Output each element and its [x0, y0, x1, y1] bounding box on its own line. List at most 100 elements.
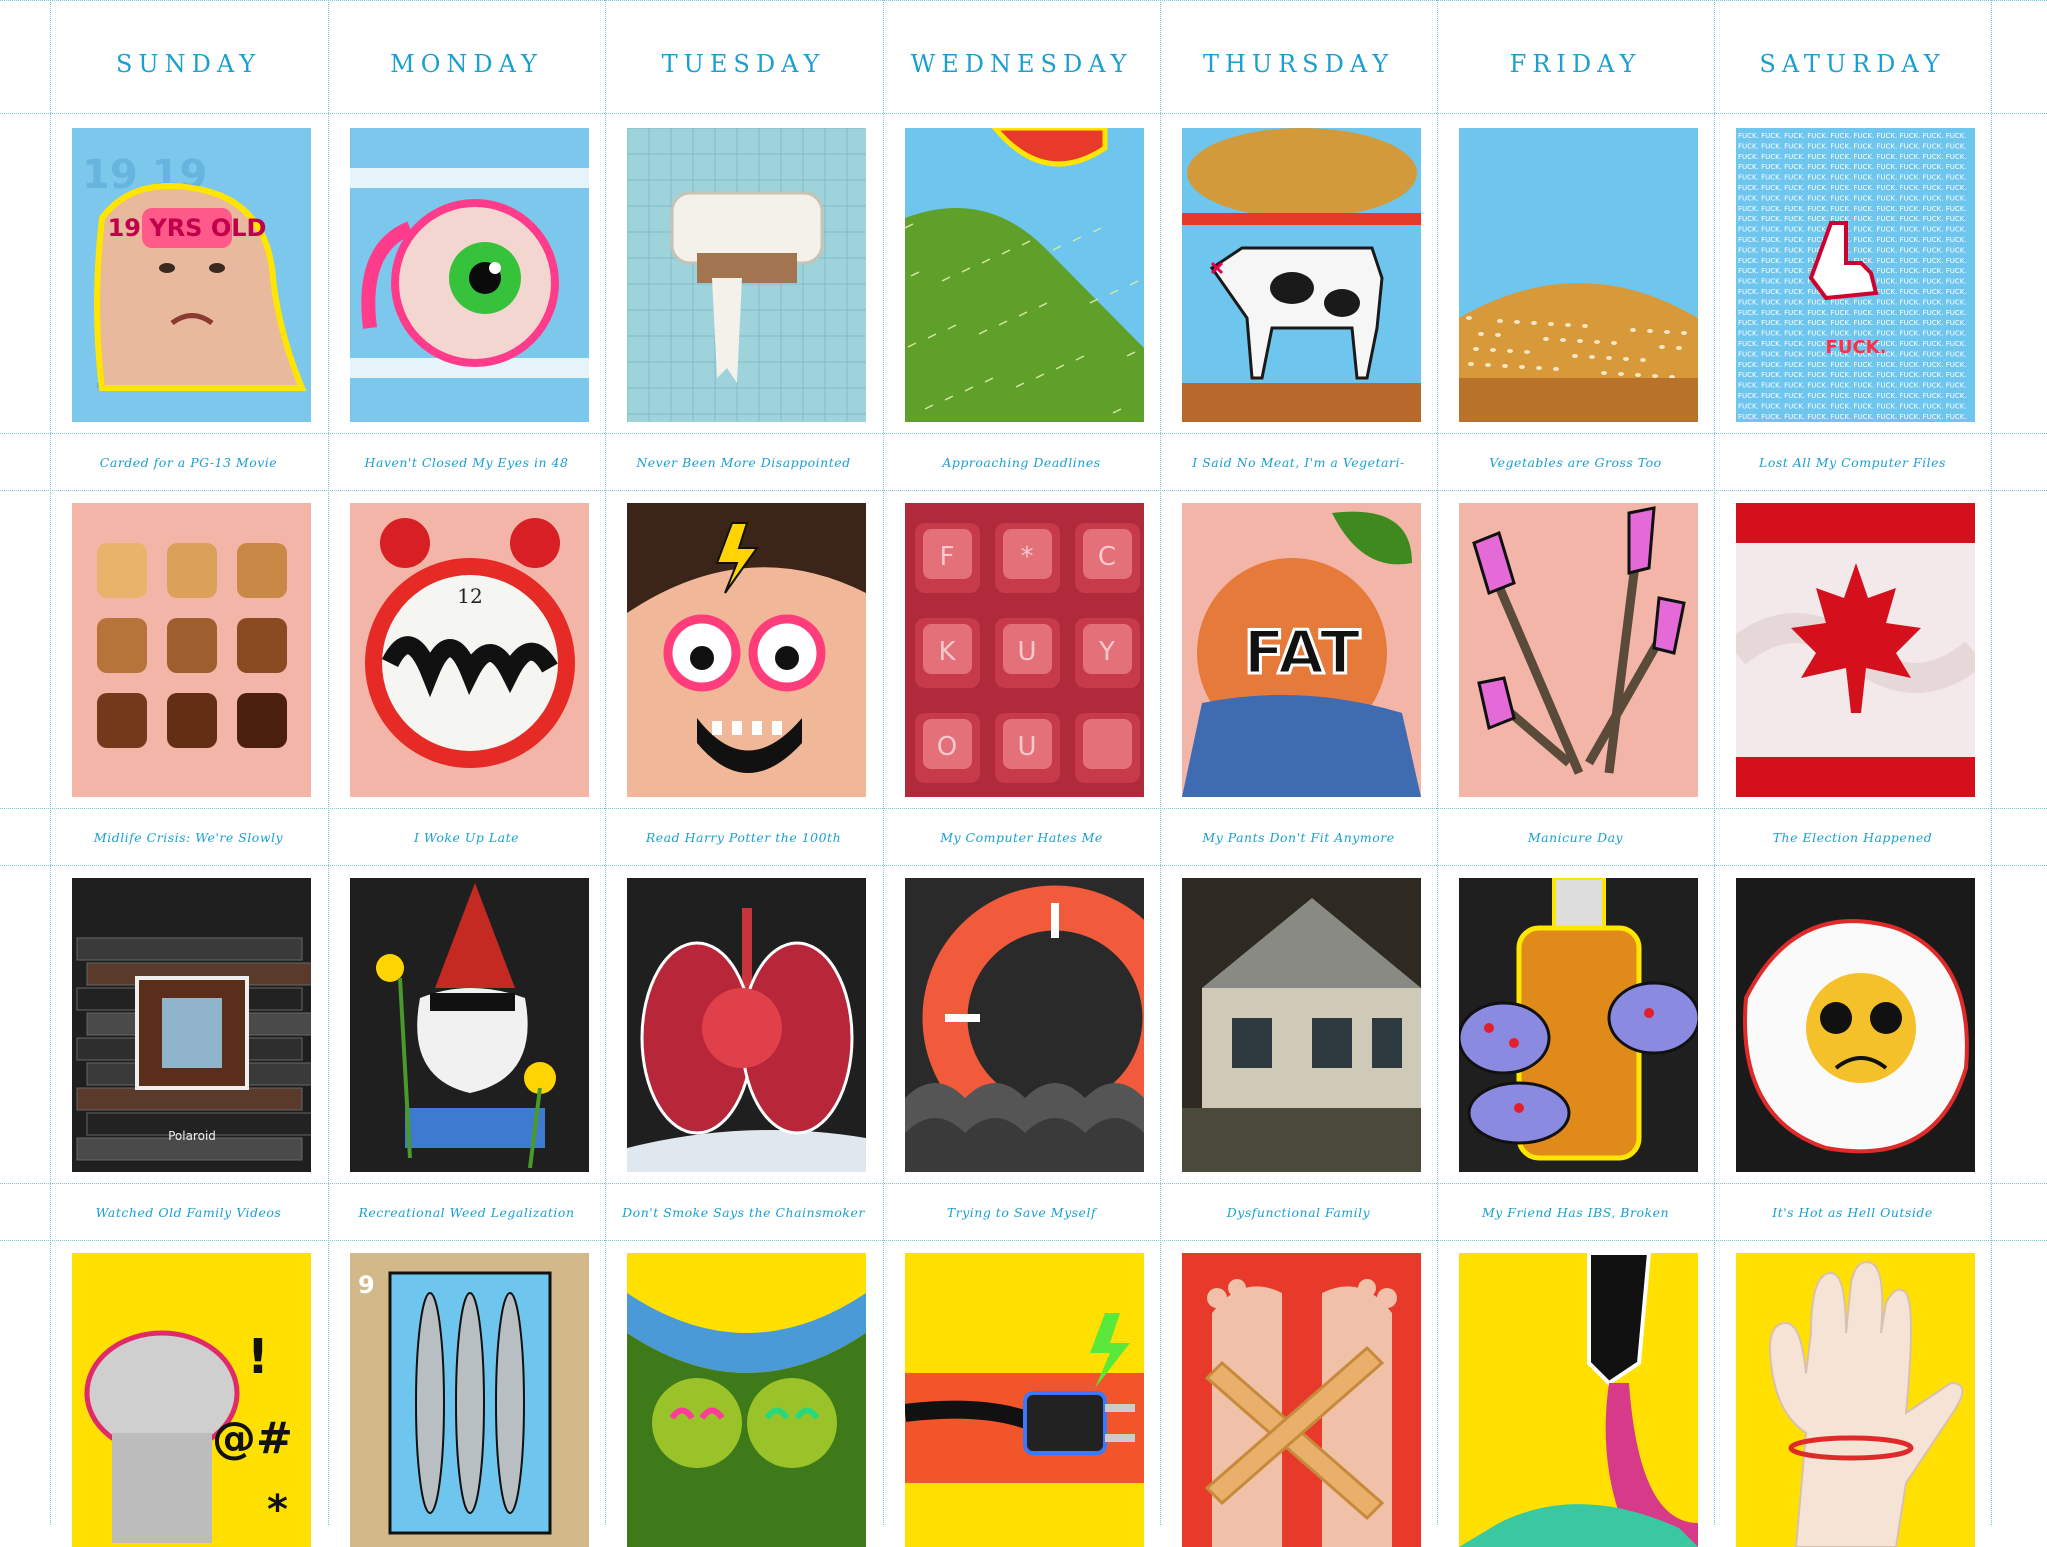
grid-vertical-line: [1714, 0, 1715, 1525]
keyboard-keys-icon[interactable]: F * C K U Y O U: [905, 503, 1144, 797]
peas-pod-icon[interactable]: [627, 1253, 866, 1547]
day-caption[interactable]: Manicure Day: [1437, 830, 1714, 845]
day-header-tuesday: TUESDAY: [661, 50, 826, 78]
grid-vertical-line: [1160, 0, 1161, 1525]
svg-text:FUCK. FUCK. FUCK. FUCK. FUCK.: FUCK. FUCK. FUCK. FUCK. FUCK. FUCK. FUCK…: [1738, 153, 1967, 161]
peach-jeans-icon[interactable]: FAT: [1182, 503, 1421, 797]
day-caption[interactable]: The Election Happened: [1714, 830, 1991, 845]
day-caption[interactable]: My Friend Has IBS, Broken: [1437, 1205, 1714, 1220]
grid-horizontal-line: [0, 433, 2047, 434]
day-header-monday: MONDAY: [390, 50, 543, 78]
fried-egg-icon[interactable]: [1736, 878, 1975, 1172]
grid-horizontal-line: [0, 1240, 2047, 1241]
day-header-thursday: THURSDAY: [1202, 50, 1395, 78]
svg-text:Y: Y: [1098, 637, 1115, 667]
day-caption[interactable]: Approaching Deadlines: [883, 455, 1160, 470]
day-caption[interactable]: Watched Old Family Videos: [50, 1205, 327, 1220]
svg-text:FUCK. FUCK. FUCK. FUCK. FUCK.: FUCK. FUCK. FUCK. FUCK. FUCK. FUCK. FUCK…: [1738, 236, 1967, 244]
day-caption[interactable]: It's Hot as Hell Outside: [1714, 1205, 1991, 1220]
svg-text:FUCK. FUCK. FUCK. FUCK. FUCK.: FUCK. FUCK. FUCK. FUCK. FUCK. FUCK. FUCK…: [1738, 205, 1967, 213]
day-caption[interactable]: Haven't Closed My Eyes in 48: [328, 455, 605, 470]
svg-text:FUCK. FUCK. FUCK. FUCK. FUCK.: FUCK. FUCK. FUCK. FUCK. FUCK. FUCK. FUCK…: [1738, 413, 1967, 421]
boy-glasses-icon[interactable]: [627, 503, 866, 797]
svg-text:U: U: [1017, 637, 1036, 667]
day-caption[interactable]: My Computer Hates Me: [883, 830, 1160, 845]
middle-finger-cursor-icon[interactable]: FUCK. FUCK. FUCK. FUCK. FUCK. FUCK. FUCK…: [1736, 128, 1975, 422]
cow-burger-icon[interactable]: [1182, 128, 1421, 422]
svg-text:FUCK. FUCK. FUCK. FUCK. FUCK.: FUCK. FUCK. FUCK. FUCK. FUCK. FUCK. FUCK…: [1738, 402, 1967, 410]
garden-gnome-icon[interactable]: [350, 878, 589, 1172]
svg-text:!: !: [247, 1329, 269, 1385]
grid-vertical-line: [50, 0, 51, 1525]
svg-text:O: O: [937, 732, 957, 762]
day-header-wednesday: WEDNESDAY: [910, 50, 1133, 78]
grid-vertical-line: [328, 0, 329, 1525]
svg-text:FUCK. FUCK. FUCK. FUCK. FUCK.: FUCK. FUCK. FUCK. FUCK. FUCK. FUCK. FUCK…: [1738, 392, 1967, 400]
svg-text:FUCK. FUCK. FUCK. FUCK. FUCK.: FUCK. FUCK. FUCK. FUCK. FUCK. FUCK. FUCK…: [1738, 132, 1967, 140]
hand-rubber-band-icon[interactable]: [1736, 1253, 1975, 1547]
svg-text:9: 9: [358, 1271, 375, 1299]
alarm-clock-icon[interactable]: 12: [350, 503, 589, 797]
toilet-swearing-icon[interactable]: ! @# *: [72, 1253, 311, 1547]
svg-text:FUCK. FUCK. FUCK. FUCK. FUCK.: FUCK. FUCK. FUCK. FUCK. FUCK. FUCK. FUCK…: [1738, 361, 1967, 369]
toast-grid-icon[interactable]: [72, 503, 311, 797]
grid-vertical-line: [1437, 0, 1438, 1525]
svg-text:FUCK. FUCK. FUCK. FUCK. FUCK.: FUCK. FUCK. FUCK. FUCK. FUCK. FUCK. FUCK…: [1738, 382, 1967, 390]
bandaged-feet-icon[interactable]: [1182, 1253, 1421, 1547]
power-plug-icon[interactable]: [905, 1253, 1144, 1547]
svg-text:*: *: [267, 1487, 288, 1533]
grid-horizontal-line: [0, 113, 2047, 114]
day-caption[interactable]: Don't Smoke Says the Chainsmoker: [605, 1205, 882, 1220]
grid-horizontal-line: [0, 0, 2047, 1]
svg-text:FUCK. FUCK. FUCK. FUCK. FUCK.: FUCK. FUCK. FUCK. FUCK. FUCK. FUCK. FUCK…: [1738, 246, 1967, 254]
day-header-sunday: SUNDAY: [115, 50, 262, 78]
svg-text:FUCK. FUCK. FUCK. FUCK. FUCK.: FUCK. FUCK. FUCK. FUCK. FUCK. FUCK. FUCK…: [1738, 142, 1967, 150]
maple-leaf-flag-icon[interactable]: [1736, 503, 1975, 797]
svg-text:FUCK. FUCK. FUCK. FUCK. FUCK.: FUCK. FUCK. FUCK. FUCK. FUCK. FUCK. FUCK…: [1738, 298, 1967, 306]
svg-text:FUCK.: FUCK.: [1826, 337, 1887, 358]
day-caption[interactable]: Carded for a PG-13 Movie: [50, 455, 327, 470]
svg-text:C: C: [1098, 542, 1116, 572]
svg-text:FUCK. FUCK. FUCK. FUCK. FUCK.: FUCK. FUCK. FUCK. FUCK. FUCK. FUCK. FUCK…: [1738, 163, 1967, 171]
svg-text:FUCK. FUCK. FUCK. FUCK. FUCK.: FUCK. FUCK. FUCK. FUCK. FUCK. FUCK. FUCK…: [1738, 215, 1967, 223]
bottle-mushrooms-icon[interactable]: [1459, 878, 1698, 1172]
svg-text:U: U: [1017, 732, 1036, 762]
grid-horizontal-line: [0, 865, 2047, 866]
grid-horizontal-line: [0, 808, 2047, 809]
vhs-tapes-house-icon[interactable]: Polaroid: [72, 878, 311, 1172]
day-caption[interactable]: Never Been More Disappointed: [605, 455, 882, 470]
svg-text:FUCK. FUCK. FUCK. FUCK. FUCK.: FUCK. FUCK. FUCK. FUCK. FUCK. FUCK. FUCK…: [1738, 226, 1967, 234]
day-caption[interactable]: I Woke Up Late: [328, 830, 605, 845]
nail-polish-icon[interactable]: [1459, 503, 1698, 797]
day-caption[interactable]: My Pants Don't Fit Anymore: [1160, 830, 1437, 845]
grid-horizontal-line: [0, 1183, 2047, 1184]
svg-text:19 YRS OLD: 19 YRS OLD: [108, 214, 267, 242]
day-caption[interactable]: Recreational Weed Legalization: [328, 1205, 605, 1220]
subway-sardines-icon[interactable]: 9: [350, 1253, 589, 1547]
svg-text:Polaroid: Polaroid: [168, 1129, 216, 1143]
toilet-paper-holder-icon[interactable]: [627, 128, 866, 422]
glitch-house-icon[interactable]: [1182, 878, 1421, 1172]
svg-text:12: 12: [457, 584, 482, 608]
day-header-saturday: SATURDAY: [1759, 50, 1946, 78]
grid-horizontal-line: [0, 490, 2047, 491]
grid-vertical-line: [883, 0, 884, 1525]
cactus-balloon-icon[interactable]: [905, 128, 1144, 422]
eyeball-icon[interactable]: [350, 128, 589, 422]
day-caption[interactable]: Read Harry Potter the 100th: [605, 830, 882, 845]
day-caption[interactable]: Trying to Save Myself: [883, 1205, 1160, 1220]
day-caption[interactable]: Midlife Crisis: We're Slowly: [50, 830, 327, 845]
day-caption[interactable]: Dysfunctional Family: [1160, 1205, 1437, 1220]
svg-text:*: *: [1021, 542, 1034, 572]
life-ring-icon[interactable]: [905, 878, 1144, 1172]
baby-face-icon[interactable]: 19 19 19 19 19 YRS OLD: [72, 128, 311, 422]
lungs-icon[interactable]: [627, 878, 866, 1172]
grid-vertical-line: [1991, 0, 1992, 1525]
svg-text:FUCK. FUCK. FUCK. FUCK. FUCK.: FUCK. FUCK. FUCK. FUCK. FUCK. FUCK. FUCK…: [1738, 309, 1967, 317]
paint-tube-icon[interactable]: [1459, 1253, 1698, 1547]
svg-text:@#: @#: [212, 1413, 293, 1464]
day-caption[interactable]: I Said No Meat, I'm a Vegetari-: [1160, 455, 1437, 470]
day-caption[interactable]: Lost All My Computer Files: [1714, 455, 1991, 470]
burger-bun-icon[interactable]: [1459, 128, 1698, 422]
day-caption[interactable]: Vegetables are Gross Too: [1437, 455, 1714, 470]
